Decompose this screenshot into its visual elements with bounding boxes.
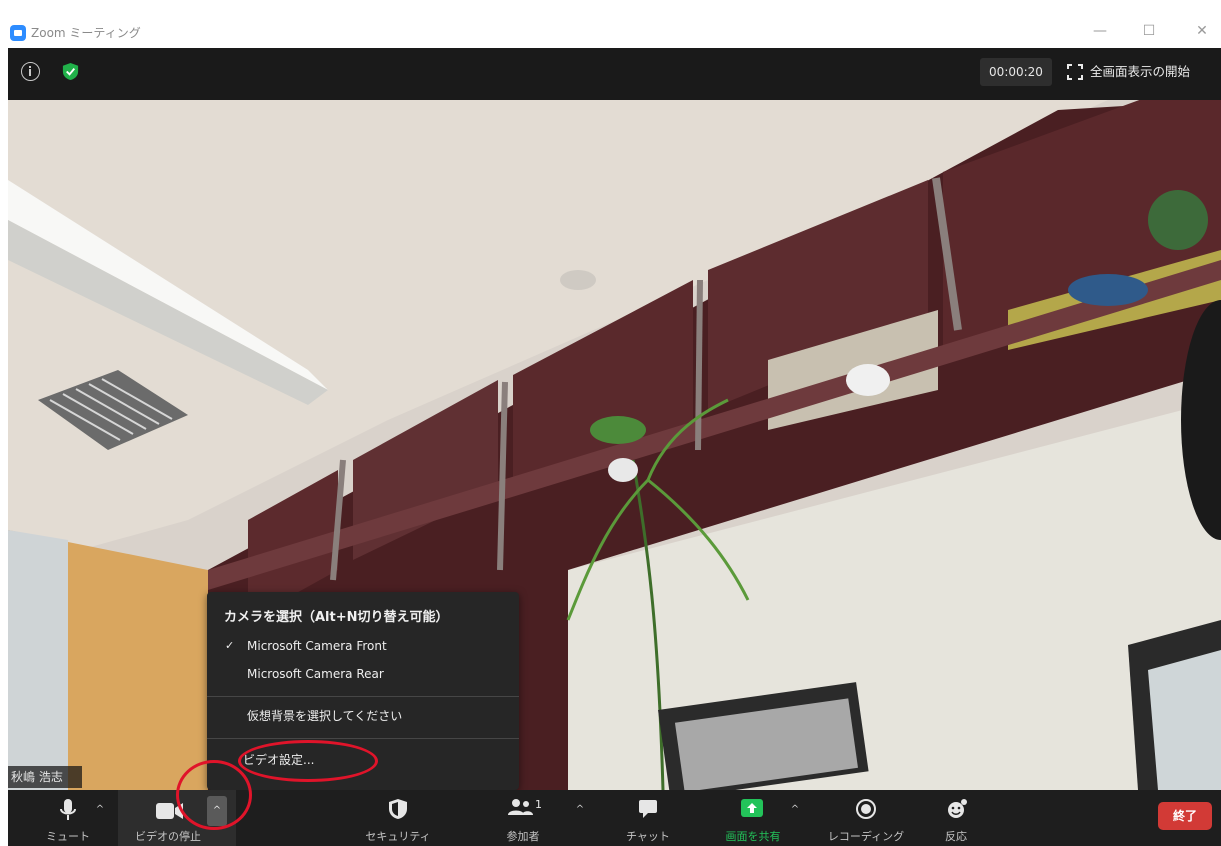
virtual-background-option[interactable]: 仮想背景を選択してください: [207, 702, 519, 730]
meeting-header: 00:00:20 全画面表示の開始: [8, 48, 1221, 100]
camera-option-rear[interactable]: Microsoft Camera Rear: [207, 660, 519, 688]
share-screen-icon: [741, 799, 763, 817]
reactions-button[interactable]: 反応: [936, 790, 976, 846]
record-label: レコーディング: [827, 830, 905, 843]
participant-name-tag: 秋嶋 浩志: [8, 766, 82, 788]
record-button[interactable]: レコーディング: [828, 790, 904, 846]
maximize-button[interactable]: ☐: [1139, 22, 1159, 40]
participants-options-caret[interactable]: ^: [573, 804, 587, 815]
fullscreen-icon: [1067, 64, 1083, 80]
window-titlebar: Zoom ミーティング — ☐ ✕: [0, 0, 1221, 48]
fullscreen-button[interactable]: 全画面表示の開始: [1062, 56, 1221, 88]
menu-divider: [207, 696, 519, 697]
share-screen-label: 画面を共有: [725, 830, 781, 843]
reactions-label: 反応: [945, 830, 967, 843]
meeting-toolbar: ミュート ^ ビデオの停止 ^ セキュリティ 1 参加者 ^ チャット 画面を共…: [8, 790, 1221, 846]
participants-button[interactable]: 1 参加者: [503, 790, 543, 846]
video-label: ビデオの停止: [135, 830, 201, 843]
fullscreen-label: 全画面表示の開始: [1090, 64, 1191, 79]
participants-count: 1: [535, 798, 542, 811]
share-screen-button[interactable]: 画面を共有: [726, 790, 781, 846]
participants-label: 参加者: [506, 830, 540, 843]
menu-divider: [207, 738, 519, 739]
close-button[interactable]: ✕: [1192, 22, 1212, 40]
security-shield-icon[interactable]: [61, 62, 80, 81]
share-options-caret[interactable]: ^: [788, 804, 802, 815]
virtual-background-label: 仮想背景を選択してください: [247, 709, 403, 723]
chat-label: チャット: [626, 830, 670, 843]
meeting-timer: 00:00:20: [980, 58, 1052, 86]
camera-select-menu: カメラを選択（Alt+N切り替え可能） ✓ Microsoft Camera F…: [207, 592, 519, 790]
video-settings-option[interactable]: ビデオ設定...: [207, 746, 519, 774]
participants-icon: [508, 799, 533, 815]
camera-option-label: Microsoft Camera Rear: [247, 667, 384, 681]
mute-button[interactable]: ミュート: [46, 790, 90, 846]
video-options-caret[interactable]: ^: [207, 796, 227, 826]
chat-icon: [639, 800, 657, 818]
security-label: セキュリティ: [365, 830, 431, 843]
zoom-logo-icon: [10, 25, 26, 41]
audio-options-caret[interactable]: ^: [93, 804, 107, 815]
shield-icon: [389, 799, 407, 819]
camera-option-front[interactable]: ✓ Microsoft Camera Front: [207, 632, 519, 660]
camera-menu-heading: カメラを選択（Alt+N切り替え可能）: [224, 610, 449, 625]
chat-button[interactable]: チャット: [626, 790, 670, 846]
smiley-icon: [948, 799, 967, 818]
security-button[interactable]: セキュリティ: [365, 790, 431, 846]
minimize-button[interactable]: —: [1090, 22, 1110, 40]
video-camera-icon: [156, 803, 183, 819]
window-title: Zoom ミーティング: [31, 26, 141, 40]
mute-label: ミュート: [46, 830, 90, 843]
video-settings-label: ビデオ設定...: [243, 753, 315, 767]
camera-image: [8, 100, 1221, 790]
video-feed: [8, 100, 1221, 790]
camera-option-label: Microsoft Camera Front: [247, 639, 387, 653]
microphone-icon: [60, 799, 76, 820]
record-icon: [856, 799, 876, 819]
info-icon[interactable]: [21, 62, 40, 81]
check-icon: ✓: [225, 639, 235, 652]
end-meeting-button[interactable]: 終了: [1158, 802, 1212, 830]
stop-video-button[interactable]: ビデオの停止: [135, 790, 201, 846]
